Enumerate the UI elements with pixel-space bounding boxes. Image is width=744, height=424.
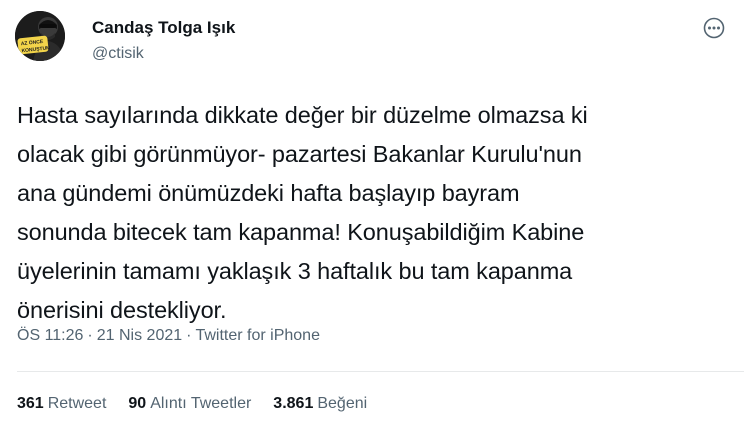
meta-separator: · — [186, 327, 192, 344]
tweet-text: Hasta sayılarında dikkate değer bir düze… — [17, 102, 588, 323]
more-options-button[interactable] — [700, 14, 728, 42]
tweet-meta: ÖS 11:26 · 21 Nis 2021 · Twitter for iPhone — [17, 326, 320, 346]
likes-stat[interactable]: 3.861 Beğeni — [273, 394, 367, 414]
divider — [17, 371, 744, 372]
tweet-stats: 361 Retweet 90 Alıntı Tweetler 3.861 Beğeni — [17, 394, 389, 414]
quote-tweets-label: Alıntı Tweetler — [150, 395, 252, 412]
likes-label: Beğeni — [317, 395, 368, 412]
retweets-count: 361 — [17, 395, 44, 412]
meta-separator: · — [87, 327, 93, 344]
avatar[interactable]: AZ ÖNCE KONUŞTUM — [15, 11, 65, 61]
tweet-time: ÖS 11:26 — [17, 327, 84, 344]
tweet-card: AZ ÖNCE KONUŞTUM Candaş Tolga Işık @ctis… — [0, 0, 744, 424]
tweet-source-link[interactable]: Twitter for iPhone — [195, 327, 320, 344]
retweets-stat[interactable]: 361 Retweet — [17, 394, 106, 414]
more-dots-icon — [703, 17, 725, 39]
tweet-date: 21 Nis 2021 — [96, 327, 183, 344]
tweet-time-link[interactable]: ÖS 11:26 · 21 Nis 2021 — [17, 327, 182, 344]
user-handle[interactable]: @ctisik — [92, 44, 144, 64]
quote-tweets-stat[interactable]: 90 Alıntı Tweetler — [128, 394, 251, 414]
avatar-image: AZ ÖNCE KONUŞTUM — [15, 11, 65, 61]
retweets-label: Retweet — [47, 395, 107, 412]
quote-tweets-count: 90 — [128, 395, 147, 412]
likes-count: 3.861 — [273, 395, 314, 412]
display-name[interactable]: Candaş Tolga Işık — [92, 18, 235, 38]
